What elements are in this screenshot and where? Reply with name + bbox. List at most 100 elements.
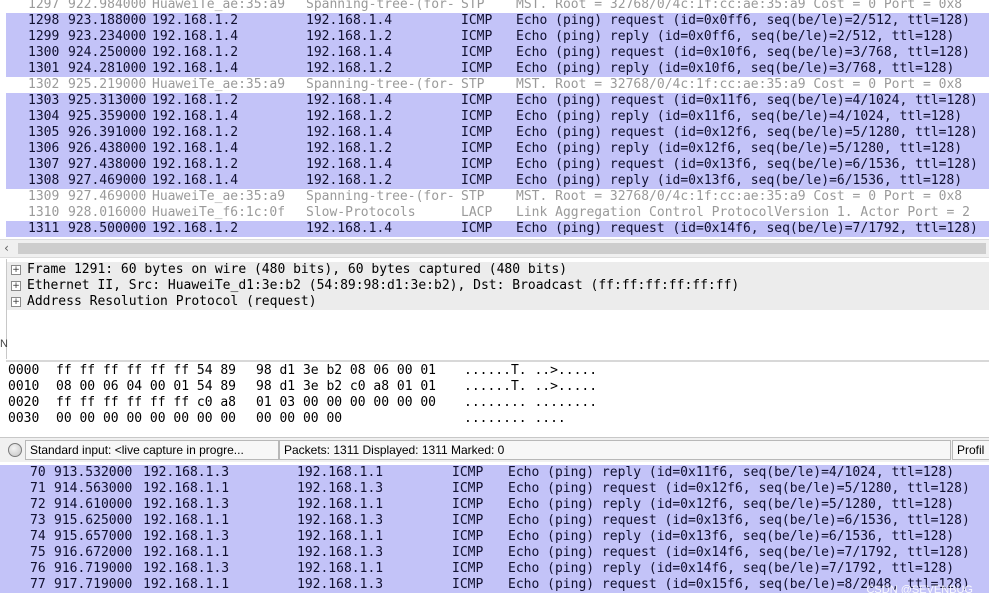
watermark: CSDN @SEVENBUG [866,584,973,596]
packet-destination: 192.168.1.1 [297,561,384,576]
packet-source: 192.168.1.2 [152,221,239,236]
detail-text: Frame 1291: 60 bytes on wire (480 bits),… [27,262,568,277]
packet-row[interactable]: 1310 928.016000 HuaweiTe_f6:1c:0f Slow-Prot… [6,205,989,221]
capture-status[interactable]: Standard input: <live capture in progre.… [25,440,279,460]
packet-protocol: STP [461,77,485,92]
packet-time: 914.563000 [54,481,133,496]
packet-time: 916.672000 [54,545,133,560]
scrollbar-thumb[interactable] [18,243,986,254]
packet-source: 192.168.1.2 [152,125,239,140]
packet-destination: 192.168.1.4 [306,125,393,140]
packet-count-status: Packets: 1311 Displayed: 1311 Marked: 0 [279,440,951,460]
packet-row[interactable]: 72 914.610000 192.168.1.3 192.168.1.1 ICMP Ec… [0,497,989,513]
packet-protocol: ICMP [461,173,493,188]
packet-row[interactable]: 1309 927.469000 HuaweiTe_ae:35:a9 Spanning-… [6,189,989,205]
packet-no: 1303 [28,93,60,108]
horizontal-scrollbar[interactable]: ‹ [0,239,989,258]
packet-no: 71 [30,481,46,496]
packet-protocol: ICMP [461,141,493,156]
packet-source: 192.168.1.2 [152,157,239,172]
packet-info: MST. Root = 32768/0/4c:1f:cc:ae:35:a9 Co… [516,189,963,204]
packet-info: Echo (ping) request (id=0x13f6, seq(be/l… [516,157,978,172]
detail-tree-row[interactable]: + Ethernet II, Src: HuaweiTe_d1:3e:b2 (54… [7,278,989,294]
packet-protocol: ICMP [461,45,493,60]
secondary-packet-list[interactable]: 70 913.532000 192.168.1.3 192.168.1.1 ICMP Ec… [0,463,989,606]
packet-time: 925.219000 [68,77,147,92]
packet-time: 917.719000 [54,577,133,592]
detail-tree-row[interactable]: + Address Resolution Protocol (request) [7,294,989,310]
packet-info: Echo (ping) reply (id=0x10f6, seq(be/le)… [516,61,955,76]
packet-source: 192.168.1.4 [152,173,239,188]
packet-row[interactable]: 1311 928.500000 192.168.1.2 192.168.1.4 ICMP… [6,221,989,237]
packet-time: 926.391000 [68,125,147,140]
packet-row[interactable]: 1308 927.469000 192.168.1.4 192.168.1.2 ICMP… [6,173,989,189]
packet-row[interactable]: 71 914.563000 192.168.1.1 192.168.1.3 ICMP Ec… [0,481,989,497]
packet-row[interactable]: 1297 922.984000 HuaweiTe_ae:35:a9 Spanning-… [6,0,989,13]
packet-no: 1307 [28,157,60,172]
packet-info: Echo (ping) reply (id=0x13f6, seq(be/le)… [516,173,963,188]
packet-row[interactable]: 1305 926.391000 192.168.1.2 192.168.1.4 ICMP… [6,125,989,141]
packet-protocol: ICMP [461,221,493,236]
packet-no: 76 [30,561,46,576]
packet-destination: Slow-Protocols [306,205,416,220]
packet-protocol: ICMP [461,157,493,172]
profile-status[interactable]: Profil [952,440,989,460]
packet-no: 1309 [28,189,60,204]
packet-row[interactable]: 74 915.657000 192.168.1.3 192.168.1.1 ICMP Ec… [0,529,989,545]
packet-destination: 192.168.1.2 [306,173,393,188]
packet-row[interactable]: 77 917.719000 192.168.1.1 192.168.1.3 ICMP Ec… [0,577,989,593]
packet-no: 1306 [28,141,60,156]
packet-row[interactable]: 76 916.719000 192.168.1.3 192.168.1.1 ICMP Ec… [0,561,989,577]
packet-time: 916.719000 [54,561,133,576]
packet-source: 192.168.1.4 [152,61,239,76]
packet-source: 192.168.1.3 [143,561,230,576]
packet-row[interactable]: 1302 925.219000 HuaweiTe_ae:35:a9 Spanning-… [6,77,989,93]
packet-info: Echo (ping) request (id=0x12f6, seq(be/l… [508,481,970,496]
chevron-left-icon[interactable]: ‹ [3,240,10,257]
plus-box-icon[interactable]: + [11,281,21,291]
packet-row[interactable]: 1307 927.438000 192.168.1.2 192.168.1.4 ICMP… [6,157,989,173]
packet-row[interactable]: 1301 924.281000 192.168.1.4 192.168.1.2 ICMP… [6,61,989,77]
packet-destination: 192.168.1.2 [306,61,393,76]
packet-row[interactable]: 75 916.672000 192.168.1.1 192.168.1.3 ICMP Ec… [0,545,989,561]
plus-box-icon[interactable]: + [11,265,21,275]
packet-row[interactable]: 70 913.532000 192.168.1.3 192.168.1.1 ICMP Ec… [0,465,989,481]
packet-row[interactable]: 1298 923.188000 192.168.1.2 192.168.1.4 ICMP… [6,13,989,29]
ascii-bytes: ......T. ..>..... [464,379,598,394]
packet-source: 192.168.1.3 [143,529,230,544]
status-bar: Standard input: <live capture in progre.… [0,437,989,462]
packet-list[interactable]: 1297 922.984000 HuaweiTe_ae:35:a9 Spanning-… [6,0,989,238]
packet-no: 73 [30,513,46,528]
packet-destination: 192.168.1.4 [306,45,393,60]
hex-bytes: ff ff ff ff ff ff c0 a8 [56,395,237,410]
packet-time: 925.359000 [68,109,147,124]
packet-info: MST. Root = 32768/0/4c:1f:cc:ae:35:a9 Co… [516,0,963,12]
packet-source: 192.168.1.4 [152,141,239,156]
packet-no: 1301 [28,61,60,76]
hex-bytes: 08 00 06 04 00 01 54 89 [56,379,237,394]
detail-tree-row[interactable]: + Frame 1291: 60 bytes on wire (480 bits)… [7,262,989,278]
packet-time: 927.469000 [68,173,147,188]
packet-no: 75 [30,545,46,560]
ascii-bytes: ......T. ..>..... [464,363,598,378]
packet-no: 74 [30,529,46,544]
packet-row[interactable]: 1299 923.234000 192.168.1.4 192.168.1.2 ICMP… [6,29,989,45]
packet-time: 913.532000 [54,465,133,480]
packet-info: Echo (ping) request (id=0x10f6, seq(be/l… [516,45,970,60]
packet-no: 1304 [28,109,60,124]
packet-row[interactable]: 1304 925.359000 192.168.1.4 192.168.1.2 ICMP… [6,109,989,125]
packet-row[interactable]: 1306 926.438000 192.168.1.4 192.168.1.2 ICMP… [6,141,989,157]
packet-info: Echo (ping) reply (id=0x12f6, seq(be/le)… [516,141,963,156]
packet-destination: 192.168.1.4 [306,13,393,28]
packet-no: 1311 [28,221,60,236]
packet-source: 192.168.1.4 [152,109,239,124]
packet-row[interactable]: 73 915.625000 192.168.1.1 192.168.1.3 ICMP Ec… [0,513,989,529]
packet-destination: 192.168.1.1 [297,497,384,512]
status-led-icon[interactable] [8,443,22,457]
packet-protocol: ICMP [452,529,484,544]
packet-protocol: ICMP [452,465,484,480]
packet-row[interactable]: 1303 925.313000 192.168.1.2 192.168.1.4 ICMP… [6,93,989,109]
plus-box-icon[interactable]: + [11,297,21,307]
packet-row[interactable]: 1300 924.250000 192.168.1.2 192.168.1.4 ICMP… [6,45,989,61]
packet-destination: 192.168.1.3 [297,577,384,592]
